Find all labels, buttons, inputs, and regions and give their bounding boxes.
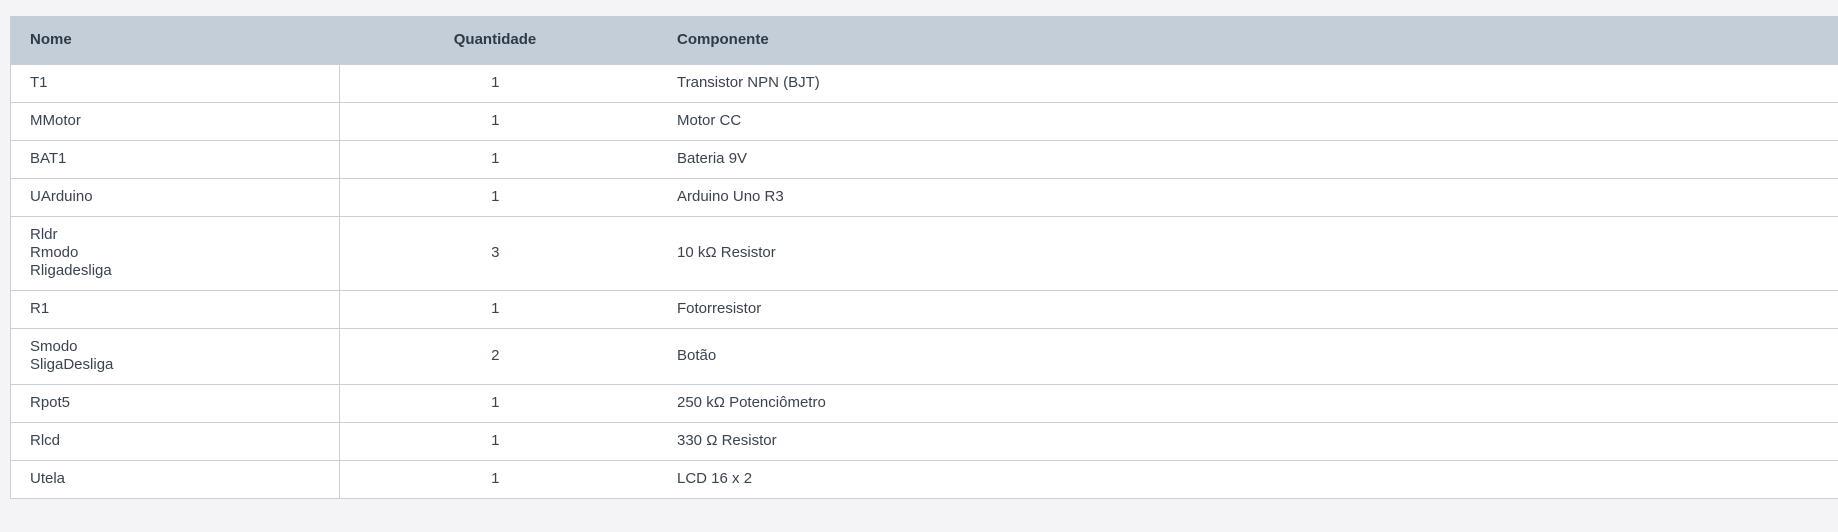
- name-line: Rligadesliga: [30, 262, 112, 279]
- table-header: Nome Quantidade Componente: [11, 16, 1838, 64]
- name-line: Rlcd: [30, 432, 61, 449]
- components-table-container: Nome Quantidade Componente T1 1 Transist…: [10, 16, 1838, 499]
- cell-nome: Utela: [11, 459, 340, 498]
- name-line: T1: [30, 74, 48, 91]
- cell-nome: BAT1: [11, 139, 340, 178]
- cell-componente: Motor CC: [651, 101, 1838, 140]
- cell-quantidade: 1: [339, 101, 651, 140]
- cell-componente: Fotorresistor: [651, 289, 1838, 328]
- table-row: Utela 1 LCD 16 x 2: [11, 459, 1838, 498]
- name-line: Rpot5: [30, 394, 71, 411]
- cell-componente: Botão: [651, 327, 1838, 384]
- cell-quantidade: 1: [339, 177, 651, 216]
- name-line: Rmodo: [30, 244, 79, 261]
- table-row: UArduino 1 Arduino Uno R3: [11, 177, 1838, 216]
- cell-quantidade: 3: [339, 215, 651, 290]
- cell-componente: Transistor NPN (BJT): [651, 63, 1838, 102]
- cell-quantidade: 1: [339, 383, 651, 422]
- table-row: MMotor 1 Motor CC: [11, 101, 1838, 140]
- table-row: R1 1 Fotorresistor: [11, 289, 1838, 328]
- name-line: R1: [30, 300, 50, 317]
- cell-componente: 330 Ω Resistor: [651, 421, 1838, 460]
- cell-nome: UArduino: [11, 177, 340, 216]
- cell-nome: Rpot5: [11, 383, 340, 422]
- table-row: Rpot5 1 250 kΩ Potenciômetro: [11, 383, 1838, 422]
- table-row: BAT1 1 Bateria 9V: [11, 139, 1838, 178]
- cell-componente: Arduino Uno R3: [651, 177, 1838, 216]
- table-row: Rlcd 1 330 Ω Resistor: [11, 421, 1838, 460]
- cell-nome: Rldr Rmodo Rligadesliga: [11, 215, 340, 290]
- name-line: Smodo: [30, 338, 78, 355]
- cell-quantidade: 1: [339, 289, 651, 328]
- column-header-quantidade[interactable]: Quantidade: [339, 16, 651, 64]
- components-table: Nome Quantidade Componente T1 1 Transist…: [11, 16, 1838, 498]
- table-row: Rldr Rmodo Rligadesliga 3 10 kΩ Resistor: [11, 215, 1838, 290]
- name-line: BAT1: [30, 150, 67, 167]
- column-header-componente[interactable]: Componente: [651, 16, 1838, 64]
- cell-quantidade: 1: [339, 421, 651, 460]
- cell-componente: Bateria 9V: [651, 139, 1838, 178]
- name-line: MMotor: [30, 112, 81, 129]
- column-header-nome[interactable]: Nome: [11, 16, 339, 64]
- table-row: T1 1 Transistor NPN (BJT): [11, 63, 1838, 102]
- table-row: Smodo SligaDesliga 2 Botão: [11, 327, 1838, 384]
- cell-quantidade: 2: [339, 327, 651, 384]
- cell-nome: MMotor: [11, 101, 340, 140]
- cell-quantidade: 1: [339, 459, 651, 498]
- name-line: Utela: [30, 470, 66, 488]
- cell-nome: R1: [11, 289, 340, 328]
- cell-nome: T1: [11, 63, 340, 102]
- cell-nome: Smodo SligaDesliga: [11, 327, 340, 384]
- header-row: Nome Quantidade Componente: [11, 16, 1838, 64]
- table-body: T1 1 Transistor NPN (BJT) MMotor 1 Motor…: [11, 63, 1838, 498]
- name-line: UArduino: [30, 188, 93, 205]
- cell-componente: 10 kΩ Resistor: [651, 215, 1838, 290]
- name-line: Rldr: [30, 226, 58, 243]
- cell-quantidade: 1: [339, 63, 651, 102]
- cell-componente: 250 kΩ Potenciômetro: [651, 383, 1838, 422]
- name-line: SligaDesliga: [30, 356, 114, 373]
- cell-nome: Rlcd: [11, 421, 340, 460]
- cell-quantidade: 1: [339, 139, 651, 178]
- cell-componente: LCD 16 x 2: [651, 459, 1838, 498]
